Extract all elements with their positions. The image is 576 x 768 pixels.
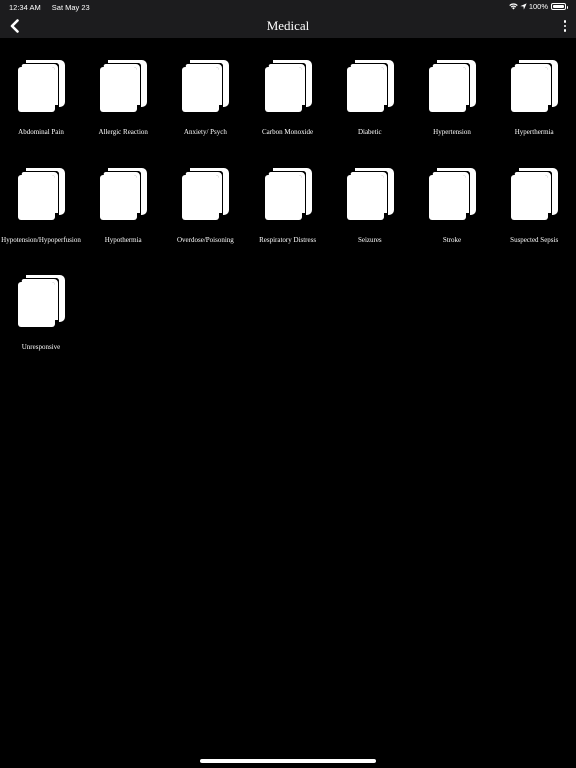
book-icon (100, 167, 148, 220)
topic-item[interactable]: Hypotension/Hypoperfusion (0, 146, 82, 246)
book-icon (182, 167, 230, 220)
topic-item[interactable]: Stroke (411, 146, 493, 246)
page-title: Medical (266, 18, 310, 33)
book-icon (511, 167, 559, 220)
topic-item[interactable]: Suspected Sepsis (493, 146, 575, 246)
book-icon (182, 60, 230, 112)
status-time: 12:34 AM (9, 3, 41, 12)
status-right: 100% (509, 2, 568, 11)
topic-item[interactable]: Diabetic (329, 38, 411, 138)
status-bar: 12:34 AM Sat May 23 100% (0, 0, 576, 14)
more-options-button[interactable] (558, 16, 572, 36)
book-icon (18, 275, 65, 327)
topic-item[interactable]: Respiratory Distress (247, 146, 329, 246)
topic-item[interactable]: Anxiety/ Psych (164, 38, 246, 138)
wifi-icon (509, 3, 518, 10)
topic-item[interactable]: Allergic Reaction (82, 38, 164, 138)
book-icon (429, 167, 476, 220)
topic-label: Hyperthermia (514, 128, 554, 136)
topic-item[interactable]: Hypothermia (82, 146, 164, 246)
topic-label: Unresponsive (21, 343, 61, 351)
battery-icon (551, 3, 568, 10)
status-date: Sat May 23 (51, 3, 90, 12)
book-icon (18, 60, 65, 112)
topic-item[interactable]: Hypertension (411, 38, 493, 138)
topic-label: Suspected Sepsis (510, 235, 559, 244)
navigation-bar: Medical (0, 14, 576, 38)
book-icon (100, 60, 148, 112)
book-icon (346, 167, 394, 220)
book-icon (429, 60, 476, 112)
topic-item[interactable]: Hyperthermia (493, 38, 575, 138)
book-icon (264, 167, 312, 220)
location-arrow-icon (520, 3, 527, 10)
topic-item[interactable]: Abdominal Pain (0, 38, 82, 138)
book-icon (264, 60, 312, 112)
battery-percent: 100% (528, 2, 548, 11)
book-icon (511, 60, 559, 112)
home-indicator[interactable] (200, 759, 376, 763)
book-icon (18, 167, 65, 220)
topic-item[interactable]: Unresponsive (0, 253, 82, 353)
topic-item[interactable]: Seizures (329, 146, 411, 246)
status-left: 12:34 AM Sat May 23 (9, 3, 99, 12)
book-icon (346, 60, 394, 112)
topic-item[interactable]: Carbon Monoxide (247, 38, 329, 138)
topic-item[interactable]: Overdose/Poisoning (164, 146, 246, 246)
